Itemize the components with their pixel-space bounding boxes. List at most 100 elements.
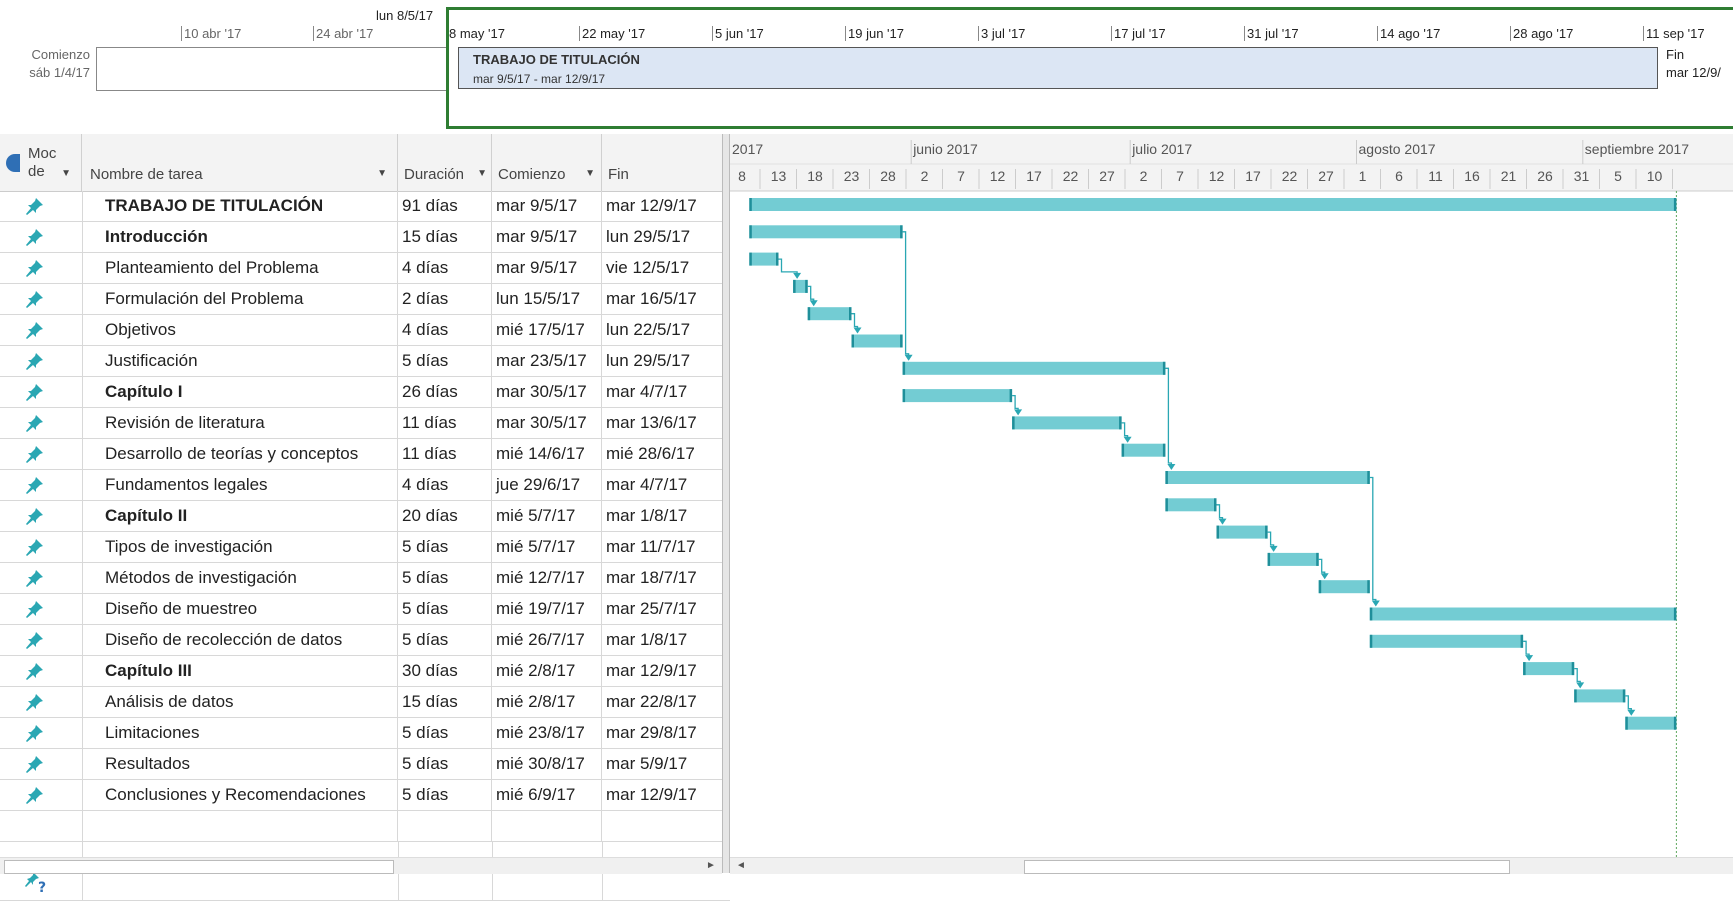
task-mode-cell[interactable] bbox=[0, 687, 83, 717]
task-name-cell[interactable]: Fundamentos legales bbox=[82, 470, 398, 500]
task-mode-cell[interactable] bbox=[0, 439, 83, 469]
task-duration-cell[interactable]: 91 días bbox=[398, 191, 492, 221]
table-row[interactable]: Tipos de investigación 5 días mié 5/7/17 ma… bbox=[0, 532, 730, 563]
table-row[interactable]: Diseño de muestreo 5 días mié 19/7/17 mar 2… bbox=[0, 594, 730, 625]
task-start-cell[interactable]: mié 6/9/17 bbox=[492, 780, 602, 810]
task-start-cell[interactable]: mié 26/7/17 bbox=[492, 625, 602, 655]
task-duration-cell[interactable]: 5 días bbox=[398, 780, 492, 810]
task-start-cell[interactable]: mar 9/5/17 bbox=[492, 253, 602, 283]
task-mode-cell[interactable] bbox=[0, 563, 83, 593]
scrollbar-thumb[interactable] bbox=[1024, 860, 1510, 874]
scroll-right-arrow-icon[interactable]: ► bbox=[704, 859, 718, 873]
timeline-range-bar[interactable] bbox=[96, 47, 447, 91]
task-end-cell[interactable]: mar 22/8/17 bbox=[602, 687, 730, 717]
task-end-cell[interactable]: mar 12/9/17 bbox=[602, 780, 730, 810]
column-header-end[interactable]: Fin bbox=[602, 134, 730, 191]
table-row-empty[interactable] bbox=[0, 811, 730, 842]
task-mode-cell[interactable] bbox=[0, 191, 83, 221]
table-row[interactable]: Fundamentos legales 4 días jue 29/6/17 mar … bbox=[0, 470, 730, 501]
column-header-name[interactable]: Nombre de tarea ▼ bbox=[82, 134, 398, 191]
task-duration-cell[interactable]: 2 días bbox=[398, 284, 492, 314]
task-name-cell[interactable]: Objetivos bbox=[82, 315, 398, 345]
table-row[interactable]: Justificación 5 días mar 23/5/17 lun 29/5/1… bbox=[0, 346, 730, 377]
view-splitter[interactable] bbox=[722, 134, 730, 873]
task-end-cell[interactable]: mar 4/7/17 bbox=[602, 377, 730, 407]
task-mode-cell[interactable] bbox=[0, 718, 83, 748]
task-duration-cell[interactable]: 4 días bbox=[398, 470, 492, 500]
task-mode-cell[interactable] bbox=[0, 749, 83, 779]
task-mode-cell[interactable] bbox=[0, 501, 83, 531]
table-row[interactable]: Capítulo III 30 días mié 2/8/17 mar 12/9/17 bbox=[0, 656, 730, 687]
task-name-cell[interactable]: Resultados bbox=[82, 749, 398, 779]
task-name-cell[interactable]: Desarrollo de teorías y conceptos bbox=[82, 439, 398, 469]
task-name-cell[interactable]: Tipos de investigación bbox=[82, 532, 398, 562]
table-row[interactable]: Diseño de recolección de datos 5 días mié … bbox=[0, 625, 730, 656]
task-mode-cell[interactable] bbox=[0, 253, 83, 283]
task-name-cell[interactable]: Capítulo II bbox=[82, 501, 398, 531]
task-end-cell[interactable]: mar 12/9/17 bbox=[602, 191, 730, 221]
table-row[interactable]: Capítulo II 20 días mié 5/7/17 mar 1/8/17 bbox=[0, 501, 730, 532]
chevron-down-icon[interactable]: ▼ bbox=[477, 168, 487, 179]
task-end-cell[interactable]: mié 28/6/17 bbox=[602, 439, 730, 469]
task-mode-cell[interactable] bbox=[0, 594, 83, 624]
task-end-cell[interactable]: mar 1/8/17 bbox=[602, 501, 730, 531]
task-end-cell[interactable]: mar 11/7/17 bbox=[602, 532, 730, 562]
task-name-cell[interactable]: Capítulo III bbox=[82, 656, 398, 686]
table-horizontal-scrollbar[interactable]: ► bbox=[0, 857, 722, 874]
task-end-cell[interactable]: vie 12/5/17 bbox=[602, 253, 730, 283]
table-row[interactable]: Formulación del Problema 2 días lun 15/5/1… bbox=[0, 284, 730, 315]
table-row[interactable]: Revisión de literatura 11 días mar 30/5/17… bbox=[0, 408, 730, 439]
task-end-cell[interactable]: lun 29/5/17 bbox=[602, 222, 730, 252]
task-end-cell[interactable]: mar 16/5/17 bbox=[602, 284, 730, 314]
task-start-cell[interactable]: jue 29/6/17 bbox=[492, 470, 602, 500]
chevron-down-icon[interactable]: ▼ bbox=[585, 168, 595, 179]
task-start-cell[interactable]: mar 9/5/17 bbox=[492, 191, 602, 221]
task-name-cell[interactable]: Capítulo I bbox=[82, 377, 398, 407]
task-mode-cell[interactable] bbox=[0, 377, 83, 407]
task-end-cell[interactable]: mar 1/8/17 bbox=[602, 625, 730, 655]
task-start-cell[interactable]: lun 15/5/17 bbox=[492, 284, 602, 314]
task-end-cell[interactable]: mar 5/9/17 bbox=[602, 749, 730, 779]
task-start-cell[interactable]: mar 23/5/17 bbox=[492, 346, 602, 376]
task-name-cell[interactable]: Conclusiones y Recomendaciones bbox=[82, 780, 398, 810]
task-end-cell[interactable]: mar 29/8/17 bbox=[602, 718, 730, 748]
task-start-cell[interactable]: mar 30/5/17 bbox=[492, 408, 602, 438]
chevron-down-icon[interactable]: ▼ bbox=[61, 168, 71, 179]
task-duration-cell[interactable]: 5 días bbox=[398, 594, 492, 624]
task-mode-cell[interactable] bbox=[0, 780, 83, 810]
task-name-cell[interactable]: Revisión de literatura bbox=[82, 408, 398, 438]
task-mode-cell[interactable] bbox=[0, 315, 83, 345]
task-end-cell[interactable]: mar 25/7/17 bbox=[602, 594, 730, 624]
task-name-cell[interactable]: Análisis de datos bbox=[82, 687, 398, 717]
task-start-cell[interactable]: mié 12/7/17 bbox=[492, 563, 602, 593]
column-header-start[interactable]: Comienzo ▼ bbox=[492, 134, 602, 191]
table-row[interactable]: Capítulo I 26 días mar 30/5/17 mar 4/7/17 bbox=[0, 377, 730, 408]
task-mode-cell[interactable] bbox=[0, 222, 83, 252]
task-mode-cell[interactable] bbox=[0, 284, 83, 314]
table-row[interactable]: TRABAJO DE TITULACIÓN 91 días mar 9/5/17 ma… bbox=[0, 191, 730, 222]
task-name-cell[interactable]: Planteamiento del Problema bbox=[82, 253, 398, 283]
table-row[interactable]: Planteamiento del Problema 4 días mar 9/5/… bbox=[0, 253, 730, 284]
task-duration-cell[interactable]: 30 días bbox=[398, 656, 492, 686]
task-end-cell[interactable]: mar 4/7/17 bbox=[602, 470, 730, 500]
task-mode-cell[interactable] bbox=[0, 346, 83, 376]
task-start-cell[interactable]: mar 9/5/17 bbox=[492, 222, 602, 252]
task-mode-cell[interactable] bbox=[0, 656, 83, 686]
task-duration-cell[interactable]: 5 días bbox=[398, 346, 492, 376]
table-row[interactable]: Limitaciones 5 días mié 23/8/17 mar 29/8/17 bbox=[0, 718, 730, 749]
task-mode-cell[interactable] bbox=[0, 532, 83, 562]
timeline-view[interactable]: lun 8/5/17 10 abr '17 24 abr '17 8 may '17… bbox=[0, 0, 1733, 130]
task-duration-cell[interactable]: 26 días bbox=[398, 377, 492, 407]
task-start-cell[interactable]: mar 30/5/17 bbox=[492, 377, 602, 407]
task-end-cell[interactable]: mar 13/6/17 bbox=[602, 408, 730, 438]
task-name-cell[interactable]: Formulación del Problema bbox=[82, 284, 398, 314]
task-duration-cell[interactable]: 15 días bbox=[398, 687, 492, 717]
chevron-down-icon[interactable]: ▼ bbox=[377, 168, 387, 179]
task-start-cell[interactable]: mié 17/5/17 bbox=[492, 315, 602, 345]
table-row[interactable]: Introducción 15 días mar 9/5/17 lun 29/5/17 bbox=[0, 222, 730, 253]
task-start-cell[interactable]: mié 5/7/17 bbox=[492, 532, 602, 562]
task-duration-cell[interactable]: 4 días bbox=[398, 315, 492, 345]
task-mode-cell[interactable] bbox=[0, 470, 83, 500]
task-name-cell[interactable]: Diseño de recolección de datos bbox=[82, 625, 398, 655]
task-mode-cell[interactable] bbox=[0, 625, 83, 655]
